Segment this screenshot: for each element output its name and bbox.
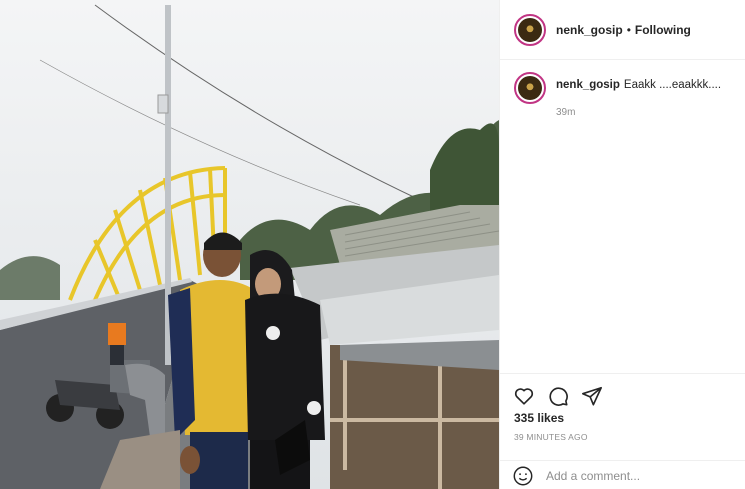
instagram-post: nenk_gosip • Following nenk_gosip Eaakk .… [0, 0, 745, 489]
avatar[interactable] [514, 13, 546, 46]
header-username[interactable]: nenk_gosip [556, 23, 623, 37]
caption-body: nenk_gosip Eaakk ....eaakkk.... 39m [556, 72, 721, 120]
post-header: nenk_gosip • Following [500, 0, 745, 60]
caption-avatar[interactable] [514, 72, 546, 104]
action-icons [512, 384, 604, 408]
share-icon[interactable] [580, 384, 604, 408]
photo-scene [0, 0, 499, 489]
profile-picture [518, 17, 542, 42]
post-photo[interactable] [0, 0, 499, 489]
caption-username[interactable]: nenk_gosip [556, 79, 620, 91]
following-button[interactable]: Following [635, 23, 691, 37]
separator-dot: • [626, 22, 631, 37]
comment-icon[interactable] [546, 384, 570, 408]
post-actions: 335 likes 39 MINUTES AGO [500, 373, 745, 489]
caption-text: Eaakk ....eaakkk.... [623, 79, 722, 91]
post-sidebar: nenk_gosip • Following nenk_gosip Eaakk .… [499, 0, 745, 489]
heart-icon[interactable] [512, 384, 536, 408]
likes-count[interactable]: 335 likes [514, 411, 564, 425]
comment-bar [500, 460, 745, 489]
profile-picture [518, 76, 542, 100]
comment-input[interactable] [546, 468, 716, 483]
caption: nenk_gosip Eaakk ....eaakkk.... 39m [514, 72, 740, 120]
post-timestamp[interactable]: 39 MINUTES AGO [514, 432, 588, 442]
smiley-icon[interactable] [512, 465, 534, 487]
caption-time[interactable]: 39m [556, 105, 721, 120]
